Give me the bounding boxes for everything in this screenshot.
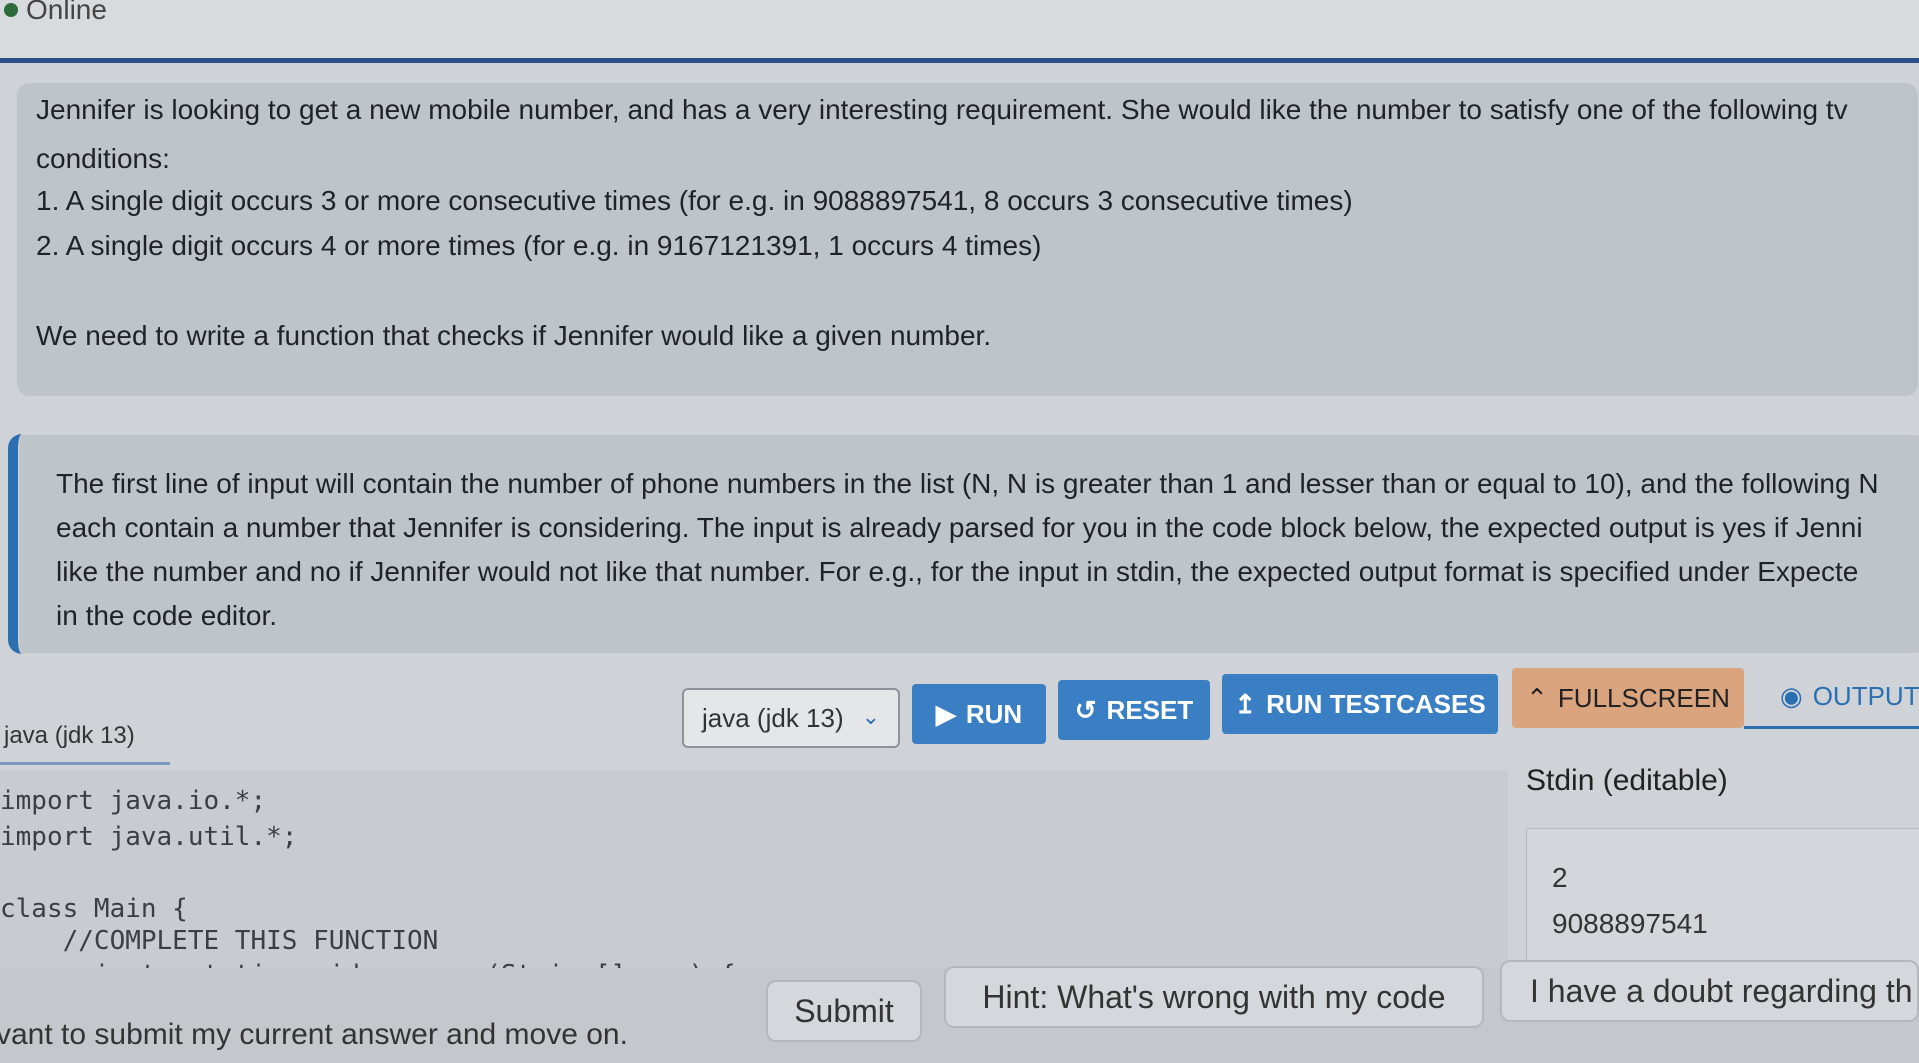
run-testcases-label: RUN TESTCASES xyxy=(1266,688,1486,719)
output-tab[interactable]: ◉ OUTPUT xyxy=(1760,666,1919,726)
top-bar: Online xyxy=(0,0,1919,63)
run-button[interactable]: ▶ RUN xyxy=(912,684,1046,744)
undo-icon: ↺ xyxy=(1074,694,1097,725)
problem-line-1: Jennifer is looking to get a new mobile … xyxy=(36,94,1848,125)
code-line-5[interactable]: //COMPLETE THIS FUNCTION xyxy=(0,926,439,956)
code-line-4[interactable]: class Main { xyxy=(0,894,188,924)
problem-line-2: conditions: xyxy=(36,143,170,174)
chevrons-up-icon: ⌃ xyxy=(1526,682,1548,713)
run-label: RUN xyxy=(965,698,1023,729)
upload-icon: ↥ xyxy=(1234,688,1257,719)
output-label: OUTPUT xyxy=(1812,680,1919,711)
chevron-down-icon: ⌄ xyxy=(861,704,880,729)
reset-label: RESET xyxy=(1106,694,1194,725)
submit-prompt-text: vant to submit my current answer and mov… xyxy=(0,1018,628,1051)
run-testcases-button[interactable]: ↥ RUN TESTCASES xyxy=(1222,674,1498,734)
stdin-line-1[interactable]: 2 xyxy=(1552,862,1568,894)
play-icon: ▶ xyxy=(935,698,956,729)
input-line-3: like the number and no if Jennifer would… xyxy=(56,556,1859,587)
language-underline xyxy=(0,762,170,765)
stdin-line-2[interactable]: 9088897541 xyxy=(1552,908,1708,940)
input-description: The first line of input will contain the… xyxy=(8,434,1919,654)
online-label: Online xyxy=(26,0,107,25)
reset-button[interactable]: ↺ RESET xyxy=(1058,680,1210,740)
language-label: java (jdk 13) xyxy=(4,722,135,749)
fullscreen-button[interactable]: ⌃ FULLSCREEN xyxy=(1512,668,1744,728)
online-status: Online xyxy=(4,0,107,26)
input-line-4: in the code editor. xyxy=(56,600,278,631)
eye-icon: ◉ xyxy=(1780,680,1803,711)
condition-2: 2. A single digit occurs 4 or more times… xyxy=(36,230,1042,261)
output-tab-underline xyxy=(1744,726,1919,729)
fullscreen-label: FULLSCREEN xyxy=(1557,682,1730,713)
code-line-2[interactable]: import java.util.*; xyxy=(0,822,297,852)
stdin-title: Stdin (editable) xyxy=(1526,764,1728,797)
language-select-value: java (jdk 13) xyxy=(702,702,844,733)
input-line-2: each contain a number that Jennifer is c… xyxy=(56,512,1863,543)
status-dot-icon xyxy=(4,3,18,17)
condition-1: 1. A single digit occurs 3 or more conse… xyxy=(36,185,1353,216)
task-description: We need to write a function that checks … xyxy=(36,320,992,351)
code-line-1[interactable]: import java.io.*; xyxy=(0,786,266,816)
problem-statement: Jennifer is looking to get a new mobile … xyxy=(16,82,1919,397)
input-line-1: The first line of input will contain the… xyxy=(56,468,1879,499)
stdin-input[interactable] xyxy=(1526,828,1919,970)
doubt-button[interactable]: I have a doubt regarding th xyxy=(1500,960,1919,1022)
hint-button[interactable]: Hint: What's wrong with my code xyxy=(944,966,1484,1028)
submit-button[interactable]: Submit xyxy=(766,980,922,1042)
language-select[interactable]: java (jdk 13) ⌄ xyxy=(682,688,900,748)
